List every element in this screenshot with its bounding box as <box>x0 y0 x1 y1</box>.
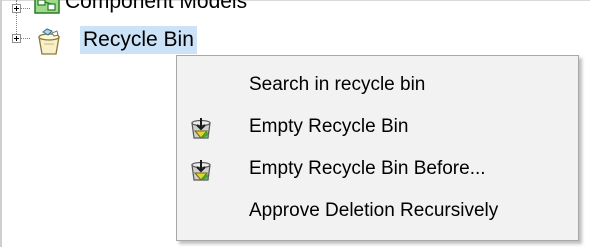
recycle-bin-icon <box>34 28 64 61</box>
menu-item-search-in-recycle-bin[interactable]: Search in recycle bin <box>177 65 578 105</box>
component-models-icon <box>34 0 60 19</box>
menu-item-approve-deletion-recursively[interactable]: Approve Deletion Recursively <box>177 191 578 231</box>
tree-node-label: Component Models <box>65 0 248 13</box>
empty-recycle-bin-before-icon <box>189 158 213 182</box>
menu-item-label: Search in recycle bin <box>249 74 426 95</box>
expand-icon[interactable] <box>12 34 21 43</box>
panel-left-border <box>0 0 2 247</box>
menu-item-empty-recycle-bin-before[interactable]: Empty Recycle Bin Before... <box>177 149 578 189</box>
expand-icon[interactable] <box>12 4 21 13</box>
context-menu: Search in recycle bin Empty Recycle Bin <box>176 55 579 241</box>
menu-item-label: Empty Recycle Bin Before... <box>249 158 486 179</box>
empty-recycle-bin-icon <box>189 116 213 140</box>
menu-item-label: Empty Recycle Bin <box>249 116 409 137</box>
menu-item-empty-recycle-bin[interactable]: Empty Recycle Bin <box>177 107 578 147</box>
menu-item-label: Approve Deletion Recursively <box>249 200 499 221</box>
tree-node-label: Recycle Bin <box>80 26 197 54</box>
